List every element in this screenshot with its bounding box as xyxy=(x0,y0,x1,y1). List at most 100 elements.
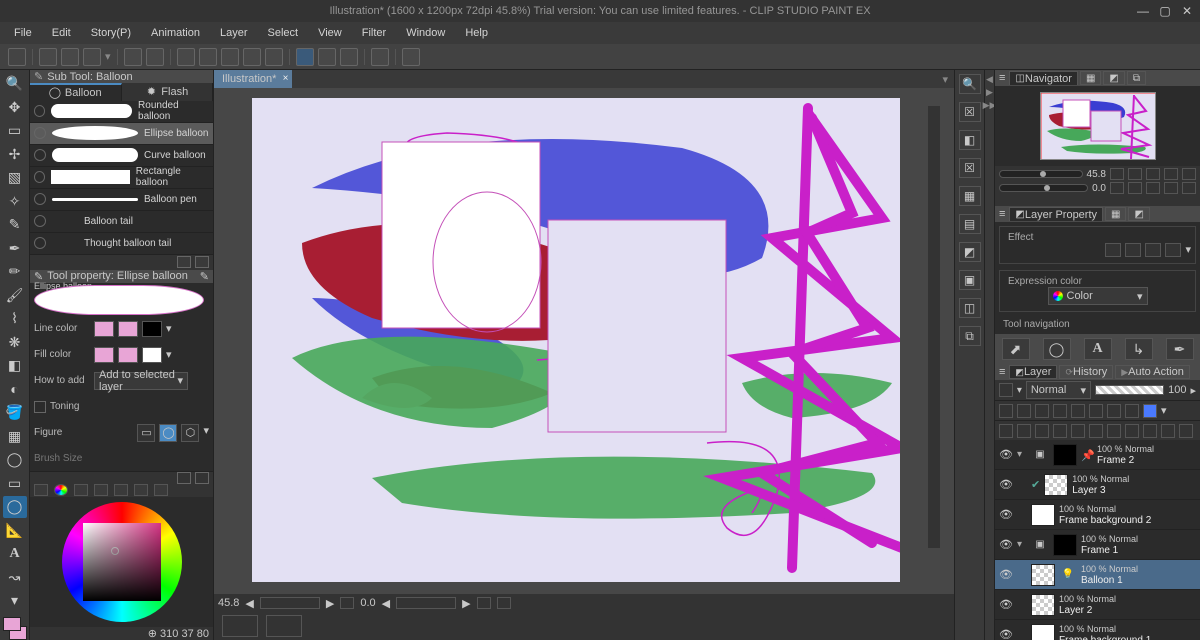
canvas-area[interactable] xyxy=(214,88,954,594)
asset-icon[interactable] xyxy=(371,48,389,66)
subtool-row[interactable]: Curve balloon xyxy=(30,145,213,167)
menu-view[interactable]: View xyxy=(308,25,352,41)
frame-tool-icon[interactable]: ▭ xyxy=(3,473,27,495)
blend-tool-icon[interactable]: ◐ xyxy=(3,379,27,401)
fit-all-icon[interactable] xyxy=(1182,168,1196,180)
tab-arrow-icon[interactable]: ▾ xyxy=(936,73,954,86)
timeline-icon-2[interactable] xyxy=(266,615,302,637)
clip-icon[interactable] xyxy=(1035,404,1049,418)
lp-tab-2[interactable]: ▦ xyxy=(1105,207,1126,221)
new-raster-icon[interactable] xyxy=(999,424,1013,438)
subtool-row[interactable]: Balloon tail xyxy=(30,211,213,233)
effect-tone-icon[interactable] xyxy=(1125,243,1141,257)
material-7-icon[interactable]: ▣ xyxy=(959,270,981,290)
toolprop-reset-icon[interactable] xyxy=(177,472,191,484)
snap-ruler-icon[interactable] xyxy=(296,48,314,66)
pen-tool-icon[interactable]: ✒ xyxy=(3,238,27,260)
chevron-down-icon[interactable]: ▾ xyxy=(203,424,209,442)
layer-row[interactable]: 👁▾▣📌100 % NormalFrame 2 xyxy=(995,440,1200,470)
opacity-slider[interactable] xyxy=(1095,385,1164,395)
how-to-add-dropdown[interactable]: Add to selected layer▾ xyxy=(94,372,188,390)
clipstudio-icon[interactable] xyxy=(8,48,26,66)
panel-menu-icon[interactable]: ≡ xyxy=(999,208,1005,220)
fit-screen-icon[interactable] xyxy=(1164,168,1178,180)
menu-window[interactable]: Window xyxy=(396,25,455,41)
delete-icon[interactable] xyxy=(177,48,195,66)
fill-tool-icon[interactable]: 🪣 xyxy=(3,402,27,424)
redo-icon[interactable] xyxy=(146,48,164,66)
effect-layercolor-icon[interactable] xyxy=(1145,243,1161,257)
layer-row[interactable]: 👁100 % NormalFrame background 2 xyxy=(995,500,1200,530)
chevron-down-icon[interactable]: ▾ xyxy=(166,348,172,361)
rotate-reset-icon[interactable] xyxy=(1146,182,1160,194)
toolprop-wrench-icon[interactable] xyxy=(195,472,209,484)
select-bottom-icon[interactable] xyxy=(1179,424,1193,438)
airbrush-tool-icon[interactable]: ⌇ xyxy=(3,308,27,330)
chevron-down-icon[interactable]: ▾ xyxy=(166,322,172,335)
eyedropper-tool-icon[interactable]: ✎ xyxy=(3,214,27,236)
minimize-icon[interactable]: — xyxy=(1134,4,1152,18)
brush-tool-icon[interactable]: 🖌 xyxy=(3,285,27,307)
material-9-icon[interactable]: ⧉ xyxy=(959,326,981,346)
open-icon[interactable] xyxy=(61,48,79,66)
expression-color-dropdown[interactable]: Color▾ xyxy=(1048,287,1148,305)
arrow-left-icon[interactable]: ◀ xyxy=(986,74,993,85)
create-mask-icon[interactable] xyxy=(1107,424,1121,438)
layer-palette-icon[interactable] xyxy=(999,383,1013,397)
zoom-slider[interactable] xyxy=(999,170,1083,178)
zoom-out-icon[interactable] xyxy=(1110,168,1124,180)
scale-icon[interactable] xyxy=(243,48,261,66)
chevron-down-icon[interactable]: ▾ xyxy=(1185,243,1191,257)
menu-story[interactable]: Story(P) xyxy=(81,25,141,41)
marquee-tool-icon[interactable]: ▧ xyxy=(3,167,27,189)
figure-tool-icon[interactable]: ◯ xyxy=(3,449,27,471)
navigator-thumb[interactable] xyxy=(995,86,1200,166)
decoration-tool-icon[interactable]: ❋ xyxy=(3,332,27,354)
ruler-visible-icon[interactable] xyxy=(1125,404,1139,418)
ruler-tool-icon[interactable]: 📐 xyxy=(3,520,27,542)
draft-icon[interactable] xyxy=(1071,404,1085,418)
delete-layer-icon[interactable] xyxy=(1143,424,1157,438)
subtool-delete-icon[interactable] xyxy=(195,256,209,268)
toolnav-balloon-icon[interactable]: ◯ xyxy=(1043,338,1071,360)
folder-toggle-icon[interactable]: ▾ xyxy=(1017,449,1027,460)
figure-polygon-button[interactable]: ⬡ xyxy=(181,424,199,442)
merge-down-icon[interactable] xyxy=(1089,424,1103,438)
select-top-icon[interactable] xyxy=(1161,424,1175,438)
apply-mask-icon[interactable] xyxy=(1125,424,1139,438)
history-tab[interactable]: ⟳ History xyxy=(1059,365,1113,379)
auto-action-tab[interactable]: ▶ Auto Action xyxy=(1115,365,1190,379)
color-intermediate-tab-icon[interactable] xyxy=(114,484,128,496)
correct-line-tool-icon[interactable]: ↝ xyxy=(3,567,27,589)
panel-menu-icon[interactable]: ≡ xyxy=(999,366,1005,378)
lp-tab-3[interactable]: ◩ xyxy=(1128,207,1149,221)
subtool-row[interactable]: Balloon pen xyxy=(30,189,213,211)
subtool-row[interactable]: Thought balloon tail xyxy=(30,233,213,255)
reset-rotate-icon[interactable] xyxy=(477,597,491,609)
visibility-icon[interactable]: 👁 xyxy=(999,598,1013,612)
transform-icon[interactable] xyxy=(265,48,283,66)
flip-h-icon[interactable] xyxy=(497,597,511,609)
color-wheel-tab-icon[interactable] xyxy=(54,484,68,496)
color-tab-icon[interactable] xyxy=(34,484,48,496)
folder-toggle-icon[interactable]: ▾ xyxy=(1017,539,1027,550)
eraser-tool-icon[interactable]: ◧ xyxy=(3,355,27,377)
fit-icon[interactable] xyxy=(340,597,354,609)
nav-tab-2[interactable]: ▦ xyxy=(1080,71,1101,85)
layer-move-tool-icon[interactable]: ✢ xyxy=(3,144,27,166)
subtool-settings-icon[interactable] xyxy=(177,256,191,268)
layer-tab[interactable]: ◩ Layer xyxy=(1009,365,1057,379)
nav-tab-4[interactable]: ⧉ xyxy=(1127,71,1146,85)
vertical-scrollbar[interactable] xyxy=(928,106,940,548)
wand-tool-icon[interactable]: ✧ xyxy=(3,191,27,213)
transfer-down-icon[interactable] xyxy=(1071,424,1085,438)
toolnav-balloontail-icon[interactable]: ↳ xyxy=(1125,338,1153,360)
subtool-row[interactable]: Rounded balloon xyxy=(30,101,213,123)
color-approx-tab-icon[interactable] xyxy=(134,484,148,496)
nav-tab-3[interactable]: ◩ xyxy=(1103,71,1124,85)
line-color-sub[interactable] xyxy=(118,321,138,337)
quickaccess-icon[interactable]: 🔍 xyxy=(959,74,981,94)
toolprop-menu-icon[interactable]: ✎ xyxy=(200,270,209,283)
new-folder-icon[interactable] xyxy=(1035,424,1049,438)
line-color-main[interactable] xyxy=(94,321,114,337)
